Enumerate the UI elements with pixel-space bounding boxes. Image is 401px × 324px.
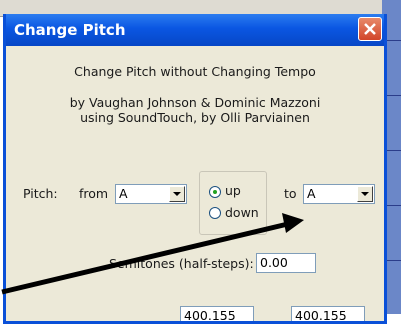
annotation-arrow	[1, 213, 304, 295]
arrow-head-icon	[282, 213, 304, 233]
